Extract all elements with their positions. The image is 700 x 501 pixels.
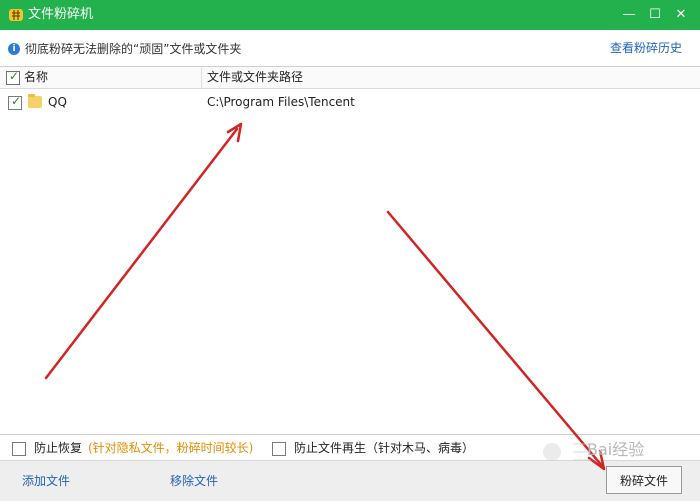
view-shred-history-link[interactable]: 查看粉碎历史 — [610, 41, 682, 55]
file-name: QQ — [48, 95, 67, 109]
minimize-button[interactable]: — — [618, 4, 640, 26]
footer-toolbar: 添加文件 移除文件 粉碎文件 — [0, 460, 700, 501]
add-file-link[interactable]: 添加文件 — [22, 474, 70, 488]
file-path: C:\Program Files\Tencent — [207, 95, 355, 109]
info-text: 彻底粉碎无法删除的“顽固”文件或文件夹 — [25, 42, 242, 56]
table-header: ✓ 名称 文件或文件夹路径 — [0, 66, 700, 89]
info-icon: i — [8, 43, 20, 55]
window-title: 文件粉碎机 — [28, 7, 94, 22]
folder-icon — [28, 94, 42, 108]
select-all-checkbox[interactable]: ✓ — [6, 69, 20, 85]
column-name-header[interactable]: 名称 — [24, 70, 48, 84]
title-bar: 文件粉碎机 — ☐ ✕ — [0, 0, 700, 30]
prevent-recovery-label: 防止恢复 — [34, 441, 83, 455]
prevent-regeneration-label: 防止文件再生（针对木马、病毒） — [294, 441, 475, 455]
row-checkbox[interactable]: ✓ — [8, 94, 22, 110]
table-row[interactable]: ✓ QQ C:\Program Files\Tencent — [0, 91, 700, 115]
checkmark-icon: ✓ — [9, 69, 20, 83]
prevent-recovery-note: (针对隐私文件，粉碎时间较长) — [88, 441, 254, 455]
remove-file-link[interactable]: 移除文件 — [170, 474, 218, 488]
prevent-regeneration-checkbox[interactable] — [272, 442, 286, 456]
maximize-button[interactable]: ☐ — [644, 4, 666, 26]
shred-files-button[interactable]: 粉碎文件 — [606, 466, 682, 494]
watermark-text: Bai经验 — [587, 440, 645, 459]
close-button[interactable]: ✕ — [670, 4, 692, 26]
info-bar: i 彻底粉碎无法删除的“顽固”文件或文件夹 查看粉碎历史 — [0, 30, 700, 66]
shredder-app-icon — [9, 9, 23, 21]
checkmark-icon: ✓ — [11, 94, 22, 108]
column-path-header[interactable]: 文件或文件夹路径 — [207, 70, 303, 84]
file-table: ✓ 名称 文件或文件夹路径 ✓ QQ C:\Program Files\Tenc… — [0, 66, 700, 434]
column-divider — [201, 67, 202, 88]
prevent-recovery-checkbox[interactable] — [12, 442, 26, 456]
